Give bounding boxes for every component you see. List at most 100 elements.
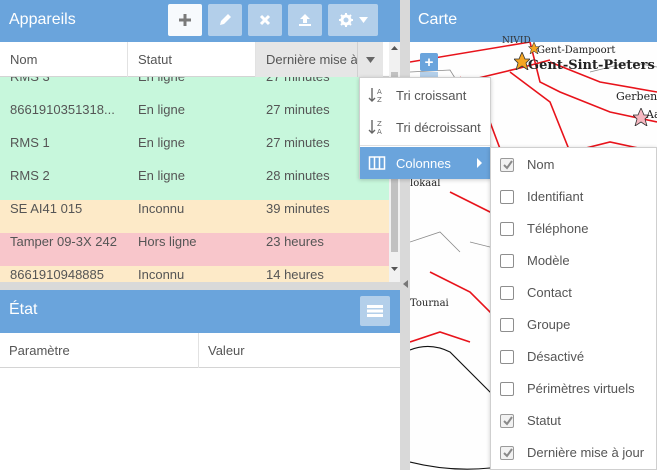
cell-last-update: 23 heures (266, 234, 324, 249)
column-header-value[interactable]: Valeur (199, 333, 400, 368)
devices-panel: Appareils Nom Statut Dernière mise à jou… (0, 0, 400, 282)
remove-device-button[interactable] (248, 4, 282, 36)
columns-submenu: Nom Identifiant Téléphone Modèle Contact Grou… (490, 147, 657, 470)
caret-down-icon (366, 56, 375, 63)
table-row[interactable]: 8661910351318... En ligne 27 minutes (0, 101, 389, 134)
map-label-lokaal: lokaal (410, 178, 441, 189)
state-panel: État Paramètre Valeur (0, 290, 400, 470)
table-row[interactable]: SE AI41 015 Inconnu 39 minutes (0, 200, 389, 233)
checkmark-icon (503, 416, 513, 426)
table-row[interactable]: RMS 3En ligne27 minutes (0, 77, 389, 101)
checkbox[interactable] (500, 382, 514, 396)
upload-icon (299, 14, 311, 26)
column-toggle-item[interactable]: Téléphone (491, 213, 656, 245)
settings-menu-button[interactable] (328, 4, 378, 36)
devices-grid-body: RMS 3En ligne27 minutes8661910351318... E… (0, 77, 389, 282)
cell-name: 8661910351318... (10, 102, 115, 117)
column-toggle-label: Nom (527, 157, 555, 172)
column-toggle-item[interactable]: Dernière mise à jour (491, 437, 656, 469)
cell-status: En ligne (138, 102, 185, 117)
column-header-name[interactable]: Nom (0, 42, 128, 77)
devices-header: Appareils (0, 0, 400, 42)
sort-ascending-item[interactable]: AZ Tri croissant (360, 79, 490, 111)
cell-last-update: 39 minutes (266, 201, 330, 216)
column-header-status[interactable]: Statut (128, 42, 256, 77)
column-toggle-item[interactable]: Modèle (491, 245, 656, 277)
menu-separator (360, 145, 490, 146)
sort-descending-label: Tri décroissant (396, 119, 481, 135)
column-toggle-label: Périmètres virtuels (527, 381, 635, 396)
column-toggle-item[interactable]: Contact (491, 277, 656, 309)
cell-name: Tamper 09-3X 242 (10, 234, 117, 249)
map-label-station: Gent-Sint-Pieters (528, 58, 655, 73)
collapse-arrow-icon[interactable] (403, 280, 408, 288)
checkbox[interactable] (500, 414, 514, 428)
table-row[interactable]: Tamper 09-3X 242 Hors ligne 23 heures (0, 233, 389, 266)
checkbox[interactable] (500, 158, 514, 172)
column-toggle-item[interactable]: Groupe (491, 309, 656, 341)
checkbox[interactable] (500, 350, 514, 364)
svg-text:Z: Z (377, 120, 382, 128)
column-toggle-label: Téléphone (527, 221, 589, 236)
add-device-button[interactable] (168, 4, 202, 36)
cell-name: RMS 1 (10, 135, 50, 150)
cell-name: RMS 2 (10, 168, 50, 183)
checkbox[interactable] (500, 286, 514, 300)
scroll-down-arrow[interactable] (390, 264, 399, 273)
table-row[interactable]: RMS 2 En ligne 28 minutes (0, 167, 389, 200)
state-list-button[interactable] (360, 296, 390, 326)
devices-toolbar (168, 4, 378, 36)
devices-title: Appareils (9, 11, 76, 28)
checkbox[interactable] (500, 222, 514, 236)
column-toggle-label: Désactivé (527, 349, 585, 364)
column-toggle-label: Statut (527, 413, 561, 428)
table-row[interactable]: RMS 1 En ligne 27 minutes (0, 134, 389, 167)
map-label-top-cut: NIVID (502, 36, 531, 46)
horizontal-splitter[interactable] (0, 282, 400, 290)
sort-desc-icon: ZA (368, 120, 382, 136)
checkbox[interactable] (500, 446, 514, 460)
zoom-in-button[interactable]: + (420, 53, 438, 71)
scroll-up-arrow[interactable] (390, 43, 399, 52)
devices-grid-header: Nom Statut Dernière mise à jour (0, 42, 389, 77)
gear-icon (338, 13, 353, 27)
column-toggle-item[interactable]: Identifiant (491, 181, 656, 213)
column-toggle-label: Modèle (527, 253, 570, 268)
table-row[interactable]: 8661910948885 Inconnu 14 heures (0, 266, 389, 282)
state-title: État (9, 301, 38, 318)
sort-ascending-label: Tri croissant (396, 87, 467, 103)
edit-device-button[interactable] (208, 4, 242, 36)
column-toggle-label: Contact (527, 285, 572, 300)
upload-button[interactable] (288, 4, 322, 36)
column-toggle-item[interactable]: Statut (491, 405, 656, 437)
submenu-arrow-icon (477, 158, 482, 168)
column-toggle-label: Identifiant (527, 189, 584, 204)
column-header-param[interactable]: Paramètre (0, 333, 199, 368)
cell-name: RMS 3 (0, 77, 128, 101)
checkmark-icon (503, 160, 513, 170)
svg-text:Z: Z (377, 96, 382, 104)
vertical-splitter[interactable] (400, 0, 410, 470)
map-label-aa: Aa (646, 108, 657, 121)
cell-name: 8661910948885 (10, 267, 104, 282)
column-toggle-label: Groupe (527, 317, 571, 332)
device-marker-icon[interactable] (528, 42, 540, 54)
plus-icon (179, 14, 191, 26)
cell-last-update: 14 heures (266, 267, 324, 282)
column-menu-trigger[interactable] (357, 42, 383, 77)
checkbox[interactable] (500, 318, 514, 332)
list-icon (367, 305, 383, 317)
column-toggle-item[interactable]: Nom (491, 149, 656, 181)
column-toggle-label: Dernière mise à jour (527, 445, 645, 460)
cell-name: SE AI41 015 (10, 201, 83, 216)
sort-descending-item[interactable]: ZA Tri décroissant (360, 111, 490, 143)
column-header-last-update[interactable]: Dernière mise à jour (256, 42, 363, 77)
checkbox[interactable] (500, 254, 514, 268)
caret-down-icon (358, 17, 368, 23)
checkbox[interactable] (500, 190, 514, 204)
columns-menu-item[interactable]: Colonnes (360, 147, 490, 179)
map-label-gerben: Gerben (616, 90, 657, 103)
column-toggle-item[interactable]: Périmètres virtuels (491, 373, 656, 405)
column-toggle-item[interactable]: Désactivé (491, 341, 656, 373)
cell-status: Inconnu (138, 267, 185, 282)
